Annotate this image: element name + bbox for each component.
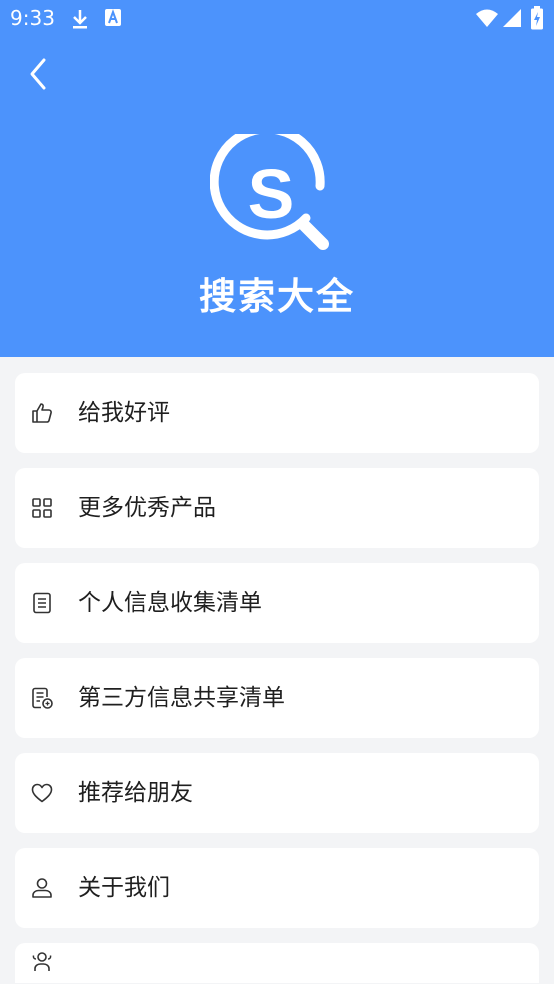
back-button[interactable] (24, 56, 54, 94)
list-document-icon (33, 592, 51, 614)
menu-item-recommend-to-friends[interactable]: 推荐给朋友 (15, 753, 539, 833)
heart-icon (31, 783, 53, 803)
signal-icon (503, 9, 521, 27)
menu-item-more-products[interactable]: 更多优秀产品 (15, 468, 539, 548)
person-icon (32, 878, 52, 898)
app-logo-letter: S (248, 155, 295, 233)
menu-item-about-us[interactable]: 关于我们 (15, 848, 539, 928)
thumbs-up-icon (32, 403, 52, 423)
menu-item-label: 更多优秀产品 (78, 495, 216, 521)
status-bar: 9:33 (0, 0, 554, 38)
menu-item-label: 第三方信息共享清单 (78, 685, 285, 711)
menu-item-label: 个人信息收集清单 (78, 590, 262, 616)
battery-charging-icon (531, 6, 543, 30)
header-banner: 9:33 S 搜索大全 (0, 0, 554, 357)
menu-item-partial[interactable] (15, 943, 539, 983)
menu-item-third-party-sharing-list[interactable]: 第三方信息共享清单 (15, 658, 539, 738)
menu-item-label: 推荐给朋友 (78, 780, 193, 806)
keyboard-a-icon (105, 9, 121, 26)
menu-item-rate-us[interactable]: 给我好评 (15, 373, 539, 453)
status-time: 9:33 (10, 6, 55, 30)
group-icon (32, 952, 52, 971)
app-title: 搜索大全 (199, 275, 355, 318)
menu-item-label: 给我好评 (78, 400, 170, 426)
wifi-icon (476, 9, 498, 27)
download-icon (73, 10, 87, 29)
menu-item-personal-info-list[interactable]: 个人信息收集清单 (15, 563, 539, 643)
app-logo: S (210, 134, 329, 250)
menu-item-label: 关于我们 (78, 875, 170, 901)
grid-icon (32, 498, 52, 518)
shared-document-icon (32, 687, 53, 709)
